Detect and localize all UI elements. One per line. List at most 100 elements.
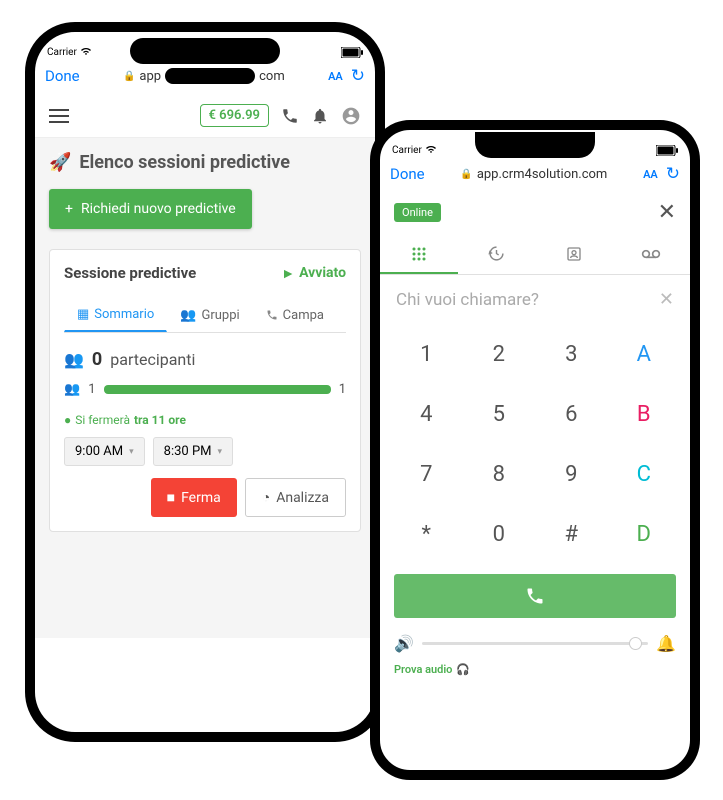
close-icon[interactable]: ✕ bbox=[658, 200, 676, 225]
plus-icon: + bbox=[65, 201, 73, 217]
page-title: 🚀 Elenco sessioni predictive bbox=[49, 152, 361, 173]
tab-sommario[interactable]: ▦ Sommario bbox=[64, 298, 167, 332]
key-8[interactable]: 8 bbox=[463, 444, 536, 504]
key-d[interactable]: D bbox=[608, 504, 681, 564]
key-7[interactable]: 7 bbox=[390, 444, 463, 504]
key-hash[interactable]: # bbox=[535, 504, 608, 564]
dialer-tabbar bbox=[380, 233, 690, 275]
progress-min: 1 bbox=[88, 382, 95, 397]
time-range-row: 9:00 AM 8:30 PM bbox=[64, 437, 346, 466]
key-0[interactable]: 0 bbox=[463, 504, 536, 564]
url-display[interactable]: 🔒 app com bbox=[88, 68, 320, 84]
grid-icon: ▦ bbox=[77, 307, 89, 322]
volume-row: 🔊 🔔 bbox=[380, 628, 690, 659]
stop-square-icon: ■ bbox=[167, 489, 175, 506]
tab-keypad[interactable] bbox=[380, 233, 458, 274]
key-5[interactable]: 5 bbox=[463, 384, 536, 444]
lock-icon: 🔒 bbox=[460, 169, 472, 180]
campaign-phone-icon bbox=[266, 308, 278, 323]
headset-icon: 🎧 bbox=[456, 663, 470, 676]
bell-icon[interactable] bbox=[311, 105, 329, 126]
key-c[interactable]: C bbox=[608, 444, 681, 504]
card-tabs: ▦ Sommario 👥 Gruppi Campa bbox=[64, 298, 346, 333]
stop-button[interactable]: ■ Ferma bbox=[151, 478, 237, 517]
audio-test-link[interactable]: Prova audio 🎧 bbox=[380, 659, 690, 680]
tab-campa[interactable]: Campa bbox=[253, 298, 337, 332]
participants-label: partecipanti bbox=[110, 350, 195, 369]
speaker-icon: 🔊 bbox=[394, 634, 414, 653]
safari-toolbar: Done 🔒 app.crm4solution.com AA ↻ bbox=[380, 164, 690, 192]
participants-count: 0 bbox=[92, 349, 102, 370]
wifi-icon bbox=[425, 145, 437, 156]
analyze-button[interactable]: ◔ Analizza bbox=[245, 478, 346, 517]
hamburger-menu-icon[interactable] bbox=[49, 109, 69, 123]
main-content: 🚀 Elenco sessioni predictive + Richiedi … bbox=[35, 138, 375, 638]
tab-recents[interactable] bbox=[458, 233, 536, 274]
tab-contacts[interactable] bbox=[535, 233, 613, 274]
url-text: app.crm4solution.com bbox=[477, 167, 608, 182]
stop-message: ● Si fermerà tra 11 ore bbox=[64, 413, 346, 427]
progress-bar bbox=[104, 385, 331, 394]
new-predictive-button[interactable]: + Richiedi nuovo predictive bbox=[49, 189, 252, 229]
refresh-icon[interactable]: ↻ bbox=[351, 66, 365, 86]
participants-row: 👥 0 partecipanti bbox=[64, 349, 346, 370]
done-button[interactable]: Done bbox=[390, 165, 425, 183]
key-star[interactable]: * bbox=[390, 504, 463, 564]
end-time-select[interactable]: 8:30 PM bbox=[153, 437, 233, 466]
key-9[interactable]: 9 bbox=[535, 444, 608, 504]
status-indicator: ► Avviato bbox=[281, 265, 346, 282]
contact-icon bbox=[566, 246, 582, 262]
handset-icon bbox=[525, 586, 545, 606]
key-6[interactable]: 6 bbox=[535, 384, 608, 444]
app-header: € 696.99 bbox=[35, 94, 375, 138]
carrier-label: Carrier bbox=[47, 47, 77, 58]
key-3[interactable]: 3 bbox=[535, 324, 608, 384]
slider-thumb[interactable] bbox=[629, 637, 642, 650]
tab-voicemail[interactable] bbox=[613, 233, 691, 274]
key-2[interactable]: 2 bbox=[463, 324, 536, 384]
volume-slider[interactable] bbox=[422, 642, 648, 645]
session-card: Sessione predictive ► Avviato ▦ Sommario… bbox=[49, 249, 361, 532]
key-a[interactable]: A bbox=[608, 324, 681, 384]
clock-icon: ● bbox=[64, 413, 71, 427]
people-icon: 👥 bbox=[64, 350, 84, 369]
dial-input-row: Chi vuoi chiamare? ✕ bbox=[380, 275, 690, 324]
phone-icon[interactable] bbox=[281, 105, 299, 126]
history-icon bbox=[488, 245, 505, 262]
clear-icon[interactable]: ✕ bbox=[659, 289, 674, 310]
left-phone-frame: Carrier Done 🔒 app com AA ↻ € 696.99 bbox=[25, 22, 385, 742]
action-row: ■ Ferma ◔ Analizza bbox=[64, 478, 346, 517]
tab-gruppi[interactable]: 👥 Gruppi bbox=[167, 298, 252, 332]
url-display[interactable]: 🔒 app.crm4solution.com bbox=[433, 167, 635, 182]
keypad-icon bbox=[411, 246, 427, 262]
user-icon[interactable] bbox=[341, 105, 361, 126]
progress-row: 👥 1 1 bbox=[64, 382, 346, 397]
call-button[interactable] bbox=[394, 574, 676, 618]
start-time-select[interactable]: 9:00 AM bbox=[64, 437, 145, 466]
chart-icon: ◔ bbox=[262, 489, 270, 506]
refresh-icon[interactable]: ↻ bbox=[666, 164, 680, 184]
key-b[interactable]: B bbox=[608, 384, 681, 444]
text-size-button[interactable]: AA bbox=[643, 168, 658, 181]
min-people-icon: 👥 bbox=[64, 382, 80, 397]
bell-mute-icon[interactable]: 🔔 bbox=[656, 634, 676, 653]
notch bbox=[475, 132, 595, 158]
dialer-header: Online ✕ bbox=[380, 192, 690, 233]
carrier-label: Carrier bbox=[392, 145, 422, 156]
notch bbox=[130, 38, 280, 64]
balance-badge[interactable]: € 696.99 bbox=[200, 104, 270, 127]
key-1[interactable]: 1 bbox=[390, 324, 463, 384]
text-size-button[interactable]: AA bbox=[328, 70, 343, 83]
play-icon: ► bbox=[281, 265, 295, 282]
dial-placeholder[interactable]: Chi vuoi chiamare? bbox=[396, 290, 539, 310]
battery-icon bbox=[341, 46, 363, 59]
rocket-icon: 🚀 bbox=[49, 152, 71, 173]
done-button[interactable]: Done bbox=[45, 67, 80, 85]
wifi-icon bbox=[80, 47, 92, 58]
battery-icon bbox=[656, 144, 678, 157]
url-redacted bbox=[165, 68, 255, 84]
card-title: Sessione predictive bbox=[64, 264, 196, 282]
progress-max: 1 bbox=[339, 382, 346, 397]
lock-icon: 🔒 bbox=[123, 71, 135, 82]
key-4[interactable]: 4 bbox=[390, 384, 463, 444]
